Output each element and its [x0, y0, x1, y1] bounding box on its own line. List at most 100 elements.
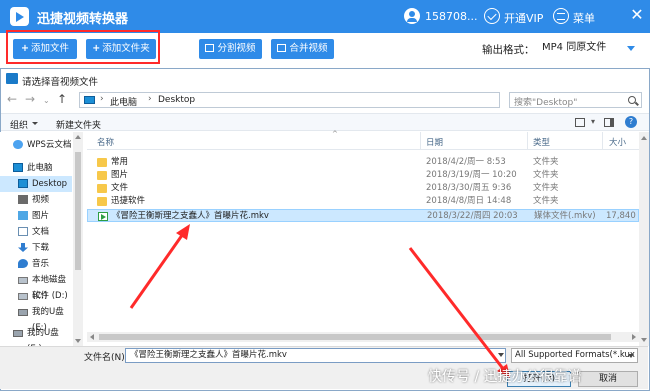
chevron-down-icon[interactable] [498, 353, 504, 357]
drive-icon [18, 277, 28, 284]
file-name: 《冒险王衡斯理之支蠢人》首曝片花.mkv [112, 211, 269, 221]
close-window-button[interactable]: ✕ [628, 6, 646, 24]
cancel-button[interactable]: 取消 [578, 371, 638, 387]
usb-drive-icon [13, 330, 23, 337]
search-icon [628, 96, 636, 104]
nav-item-wps-cloud[interactable]: WPS云文档 [0, 137, 72, 153]
usb-drive-icon [18, 309, 28, 316]
scroll-right-icon[interactable] [632, 334, 636, 340]
menu-button[interactable]: 菜单 [573, 10, 595, 26]
open-vip-link[interactable]: 开通VIP [504, 10, 543, 26]
dialog-title-bar: 请选择音视频文件 [1, 69, 649, 89]
scroll-down-icon[interactable] [641, 338, 647, 342]
app-title: 迅捷视频转换器 [37, 12, 129, 27]
nav-item-drive-d[interactable]: 软件 (D:) [0, 288, 72, 304]
app-logo-icon [10, 7, 29, 26]
change-view-icon[interactable] [575, 118, 585, 127]
breadcrumb-separator[interactable]: › [148, 94, 152, 104]
file-date: 2018/3/30/周五 9:36 [426, 183, 512, 193]
search-input[interactable]: 搜索"Desktop" [509, 92, 642, 108]
folder-icon [97, 184, 107, 193]
breadcrumb-this-pc[interactable]: 此电脑 [110, 95, 137, 108]
user-account-name[interactable]: 158708... [425, 10, 477, 23]
merge-video-button[interactable]: 合并视频 [271, 39, 334, 59]
nav-item-drive-e-root[interactable]: 我的U盘 (E:) [0, 325, 72, 354]
file-type-filter-select[interactable]: All Supported Formats(*.kux [511, 348, 638, 363]
help-icon[interactable]: ? [625, 116, 637, 128]
nav-item-desktop[interactable]: Desktop [0, 176, 72, 192]
breadcrumb-desktop[interactable]: Desktop [158, 95, 195, 105]
file-row[interactable]: 迅捷软件 2018/4/8/周日 14:48 文件夹 [87, 195, 639, 208]
nav-item-this-pc[interactable]: 此电脑 [0, 160, 72, 176]
download-folder-icon [18, 243, 28, 252]
file-type: 文件夹 [533, 183, 559, 193]
app-title-bar: 迅捷视频转换器 158708... 开通VIP 菜单 ✕ [0, 0, 650, 33]
column-header-size[interactable]: 大小 [609, 136, 626, 148]
column-divider[interactable] [527, 132, 528, 150]
nav-item-downloads[interactable]: 下载 [0, 240, 72, 256]
filename-input[interactable]: 《冒险王衡斯理之支蠢人》首曝片花.mkv [125, 348, 506, 363]
user-avatar-icon[interactable] [404, 8, 420, 24]
column-divider[interactable] [420, 132, 421, 150]
menu-icon[interactable] [553, 8, 569, 24]
scrollbar-thumb[interactable] [75, 152, 81, 270]
scroll-down-icon[interactable] [75, 339, 81, 343]
column-header-type[interactable]: 类型 [533, 136, 550, 148]
file-date: 2018/3/19/周一 10:20 [426, 170, 517, 180]
navigation-row: ← → ⌄ ↑ › 此电脑 › Desktop ⟳ 搜索"Desktop" [1, 89, 649, 111]
scroll-left-icon[interactable] [90, 334, 94, 340]
cloud-icon [13, 140, 23, 149]
file-row-selected[interactable]: 《冒险王衡斯理之支蠢人》首曝片花.mkv 2018/3/22/周四 20:03 … [87, 209, 644, 222]
picture-folder-icon [18, 211, 28, 220]
navigation-pane: WPS云文档 此电脑 Desktop 视频 图片 文档 下载 音乐 本地磁盘 (… [0, 132, 84, 354]
preview-pane-icon[interactable] [604, 118, 614, 127]
split-video-button[interactable]: 分割视频 [199, 39, 262, 59]
output-format-select[interactable]: MP4 同原文件 [538, 39, 639, 57]
nav-item-drive-e[interactable]: 我的U盘 (E:) [0, 304, 72, 333]
nav-item-music[interactable]: 音乐 [0, 256, 72, 272]
nav-item-documents[interactable]: 文档 [0, 224, 72, 240]
chevron-down-icon [32, 122, 38, 125]
vip-icon[interactable] [484, 8, 500, 24]
file-type: 文件夹 [533, 196, 559, 206]
view-options-chevron-icon[interactable]: ▾ [591, 117, 595, 126]
file-list-horizontal-scrollbar[interactable] [87, 332, 639, 342]
scrollbar-thumb[interactable] [99, 334, 611, 340]
file-list: ^ 名称 日期 类型 大小 常用 2018/4/2/周一 8:53 文件夹 图片… [87, 130, 644, 346]
scroll-up-icon[interactable] [641, 136, 647, 140]
file-list-vertical-scrollbar[interactable] [639, 132, 649, 346]
breadcrumb-separator[interactable]: › [100, 94, 104, 104]
document-folder-icon [18, 227, 28, 236]
up-arrow-icon[interactable]: ↑ [57, 93, 67, 105]
chevron-down-icon [628, 354, 634, 358]
scroll-up-icon[interactable] [75, 135, 81, 139]
chevron-down-icon [627, 46, 635, 51]
watermark-text: 快传号 / 迅捷办公很靠谱 [428, 369, 582, 385]
drive-icon [18, 293, 28, 300]
file-row[interactable]: 常用 2018/4/2/周一 8:53 文件夹 [87, 156, 639, 169]
recent-locations-icon[interactable]: ⌄ [43, 95, 50, 107]
new-folder-button[interactable]: 新建文件夹 [56, 118, 101, 131]
video-file-icon [98, 212, 108, 221]
back-arrow-icon[interactable]: ← [7, 93, 17, 105]
file-type: 文件夹 [533, 157, 559, 167]
nav-item-videos[interactable]: 视频 [0, 192, 72, 208]
column-header-date[interactable]: 日期 [426, 136, 443, 148]
desktop-icon [18, 179, 28, 188]
column-divider[interactable] [602, 132, 603, 150]
folder-icon [97, 197, 107, 206]
nav-item-pictures[interactable]: 图片 [0, 208, 72, 224]
navigation-scrollbar[interactable] [73, 132, 83, 346]
file-row[interactable]: 文件 2018/3/30/周五 9:36 文件夹 [87, 182, 639, 195]
file-type: 媒体文件(.mkv) [534, 211, 596, 221]
address-bar[interactable]: › 此电脑 › Desktop ⟳ [79, 92, 578, 108]
merge-icon [277, 44, 287, 52]
organize-menu[interactable]: 组织 [10, 118, 28, 131]
dialog-title: 请选择音视频文件 [22, 77, 99, 88]
file-type: 文件夹 [533, 170, 559, 180]
nav-item-drive-c[interactable]: 本地磁盘 (C:) [0, 272, 72, 301]
column-header-name[interactable]: 名称 [97, 136, 114, 148]
computer-icon [84, 96, 95, 104]
file-row[interactable]: 图片 2018/3/19/周一 10:20 文件夹 [87, 169, 639, 182]
forward-arrow-icon[interactable]: → [25, 93, 35, 105]
